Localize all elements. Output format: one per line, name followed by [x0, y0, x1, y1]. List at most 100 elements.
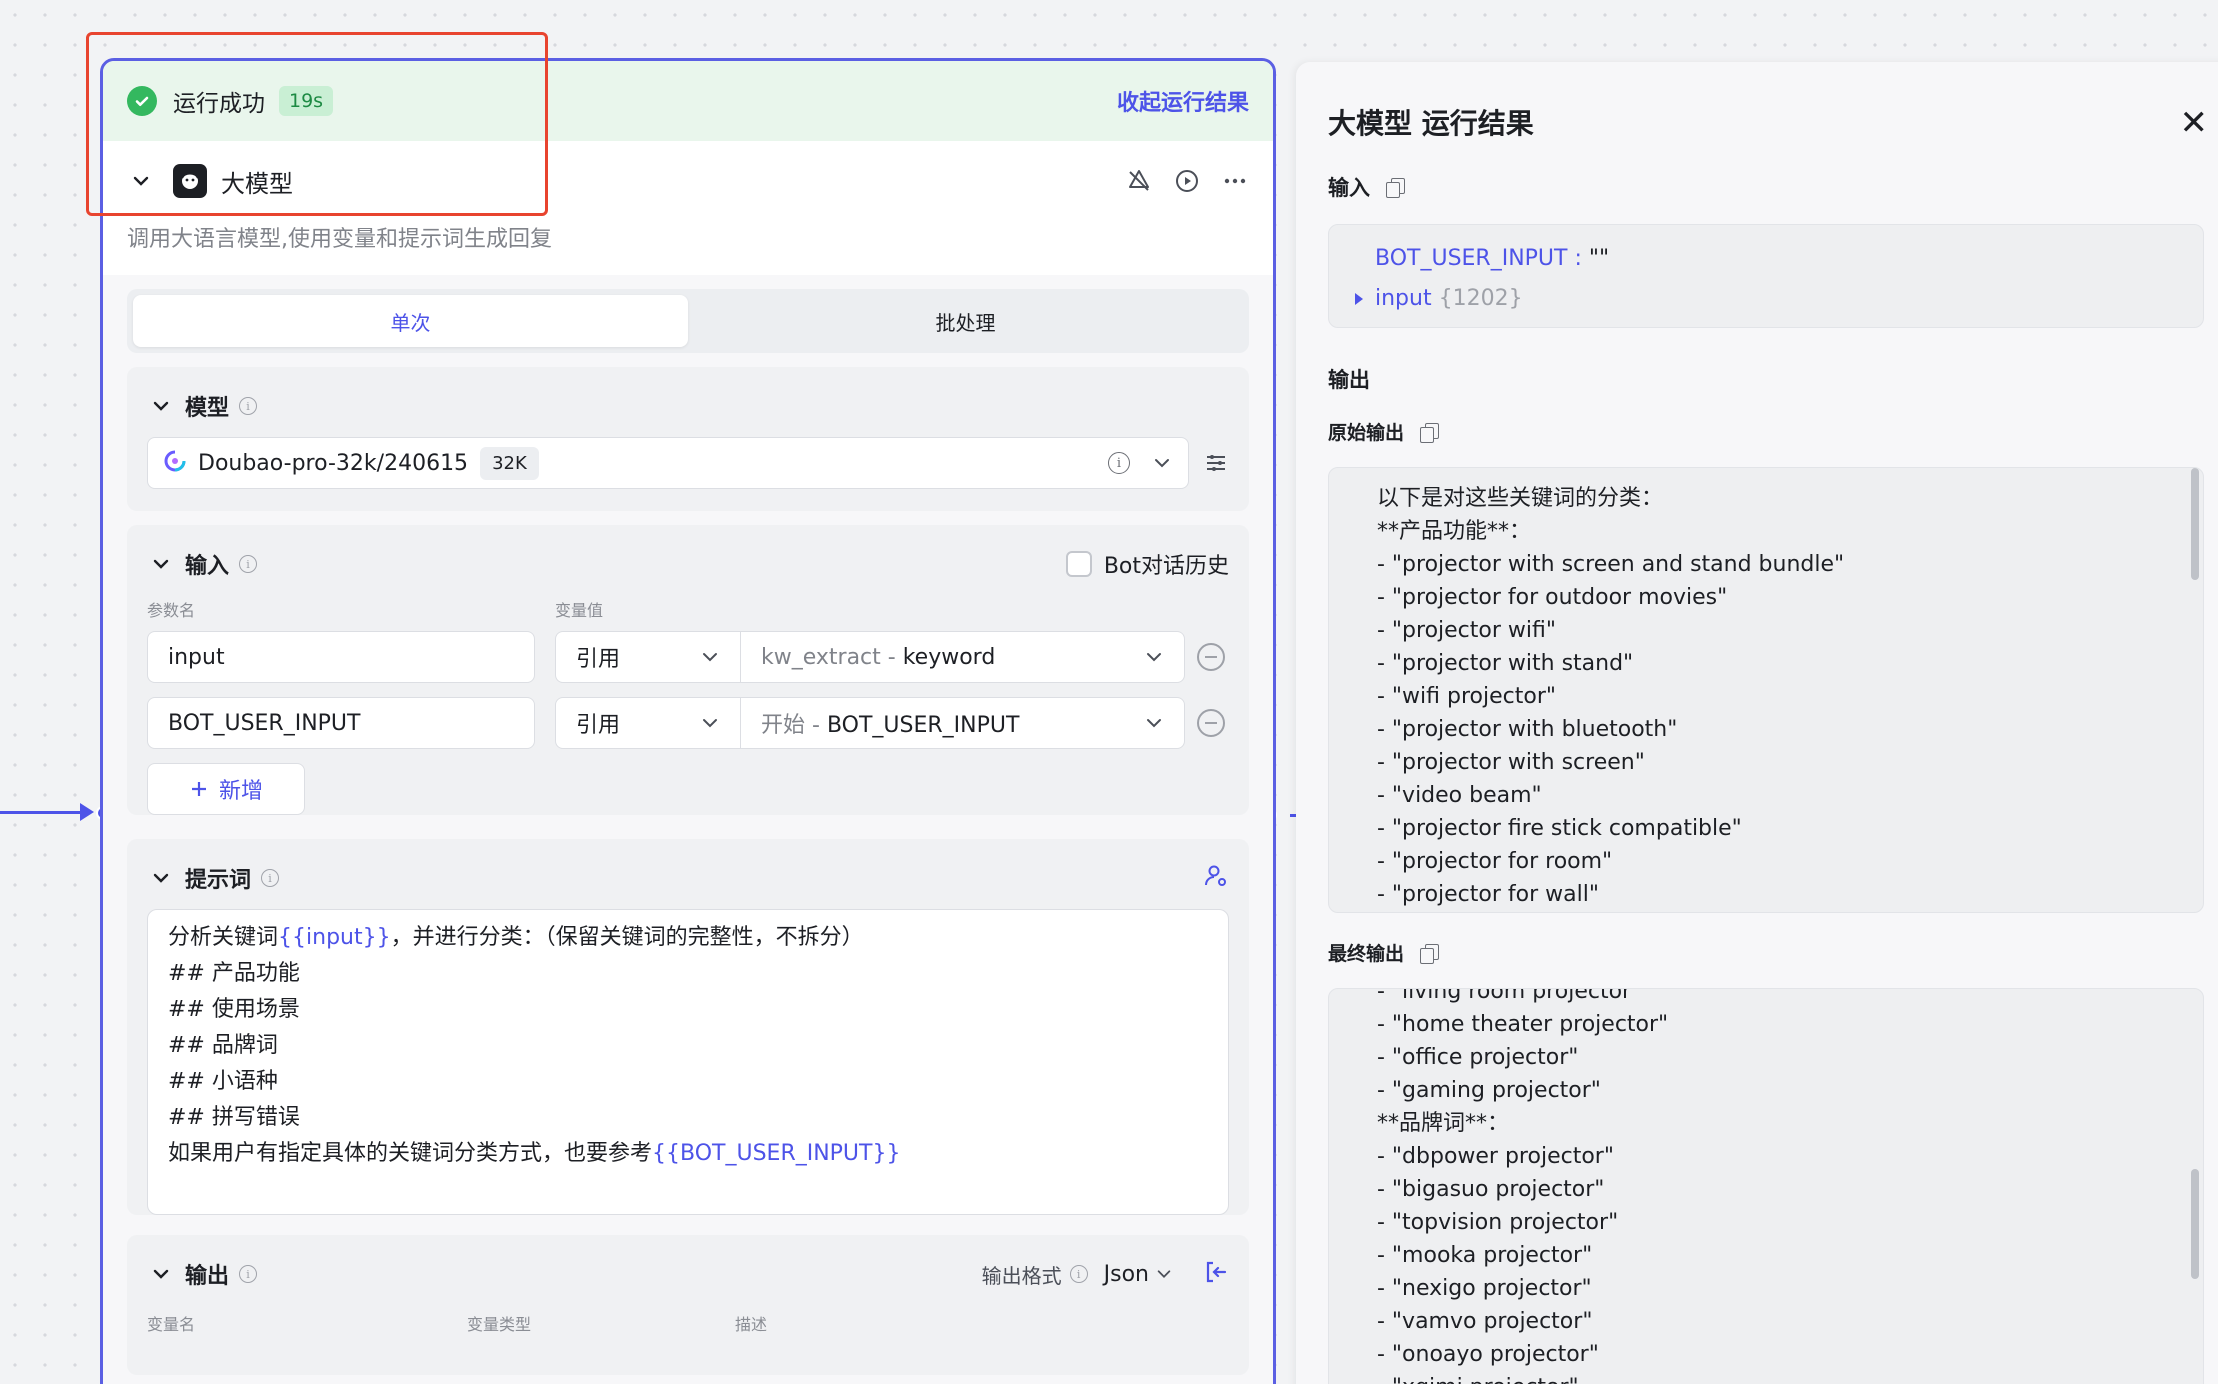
llm-node-card[interactable]: 运行成功 19s 收起运行结果 大模型 调用大语言模型,使用变量和提示词生成回复… — [100, 58, 1276, 1384]
chevron-down-icon[interactable] — [147, 550, 175, 578]
output-line: - "projector with screen" — [1377, 750, 1645, 775]
raw-output-box[interactable]: 以下是对这些关键词的分类： **产品功能**： - "projector wit… — [1328, 467, 2204, 913]
chevron-down-icon[interactable] — [147, 1260, 175, 1288]
model-section: 模型 i Doubao-pro-32k/240615 32K i — [127, 367, 1249, 511]
chevron-down-icon[interactable] — [147, 392, 175, 420]
edge-arrow — [80, 803, 94, 821]
output-line: 以下是对这些关键词的分类： — [1377, 486, 1664, 511]
prompt-line: ## 品牌词 — [168, 1033, 278, 1058]
json-value: {1202} — [1438, 286, 1523, 311]
copy-icon[interactable] — [1420, 943, 1440, 964]
output-line: - "projector fire stick compatible" — [1377, 816, 1742, 841]
ref-type-select[interactable]: 引用 — [555, 631, 741, 683]
model-info-icon[interactable]: i — [1108, 452, 1130, 474]
output-line: - "projector wifi" — [1377, 618, 1556, 643]
tab-batch[interactable]: 批处理 — [688, 295, 1243, 347]
chevron-down-icon — [703, 653, 717, 662]
ref-type-select[interactable]: 引用 — [555, 697, 741, 749]
model-settings-icon[interactable] — [1189, 450, 1229, 476]
input-json-viewer: BOT_USER_INPUT : "" input {1202} — [1328, 224, 2204, 328]
prompt-library-icon[interactable] — [1203, 863, 1229, 893]
chevron-down-icon — [1157, 1270, 1171, 1278]
copy-icon[interactable] — [1420, 422, 1440, 443]
run-node-icon[interactable] — [1173, 167, 1201, 195]
chevron-down-icon[interactable] — [1152, 453, 1172, 473]
output-line: - "projector with stand" — [1377, 651, 1634, 676]
scrollbar[interactable] — [2191, 468, 2199, 580]
output-line: - "bigasuo projector" — [1377, 1177, 1605, 1202]
info-icon: i — [1069, 1265, 1088, 1283]
section-title: 模型 — [185, 396, 230, 421]
prompt-text: ，并进行分类：（保留关键词的完整性，不拆分） — [390, 925, 864, 950]
add-param-button[interactable]: 新增 — [147, 763, 305, 815]
bot-history-toggle[interactable]: Bot对话历史 — [1065, 548, 1229, 580]
prompt-section: 提示词 i 分析关键词{{input}}，并进行分类：（保留关键词的完整性，不拆… — [127, 839, 1249, 1215]
bot-history-checkbox[interactable] — [1065, 551, 1092, 577]
caret-right-icon[interactable] — [1355, 293, 1363, 305]
bot-history-label: Bot对话历史 — [1103, 554, 1229, 579]
remove-param-icon[interactable] — [1197, 709, 1225, 737]
ref-type-value: 引用 — [576, 713, 621, 738]
ref-source: 开始 — [761, 713, 806, 738]
output-line: - "topvision projector" — [1377, 1210, 1619, 1235]
col-var-name: 变量名 — [147, 1315, 196, 1334]
info-icon: i — [239, 397, 258, 415]
incoming-edge — [0, 811, 88, 814]
doubao-logo-icon — [164, 450, 186, 476]
ref-sep: - — [805, 713, 827, 738]
final-output-label: 最终输出 — [1328, 943, 1405, 965]
chevron-down-icon — [1147, 719, 1161, 728]
prompt-editor[interactable]: 分析关键词{{input}}，并进行分类：（保留关键词的完整性，不拆分） ## … — [147, 909, 1229, 1215]
output-format-select[interactable]: Json — [1104, 1262, 1173, 1287]
scrollbar[interactable] — [2191, 1169, 2199, 1279]
output-format-value: Json — [1103, 1261, 1149, 1287]
prompt-line: ## 拼写错误 — [168, 1105, 300, 1130]
final-output-box[interactable]: - "living room projector" - "home theate… — [1328, 988, 2204, 1384]
output-line: - "nexigo projector" — [1377, 1276, 1592, 1301]
info-icon: i — [261, 869, 280, 887]
json-value: "" — [1588, 246, 1610, 271]
copy-icon[interactable] — [1386, 178, 1405, 198]
output-line: **产品功能**： — [1377, 519, 1532, 544]
plus-icon — [191, 782, 206, 796]
prompt-line: ## 产品功能 — [168, 961, 300, 986]
model-select[interactable]: Doubao-pro-32k/240615 32K i — [147, 437, 1189, 489]
output-line: - "wifi projector" — [1377, 684, 1556, 709]
info-icon: i — [239, 1265, 258, 1283]
ref-value-select[interactable]: 开始 - BOT_USER_INPUT — [741, 697, 1185, 749]
close-icon[interactable]: ✕ — [2180, 106, 2209, 140]
prompt-line: ## 小语种 — [168, 1069, 278, 1094]
prompt-variable: {{input}} — [278, 925, 391, 950]
output-line: - "projector with screen and stand bundl… — [1377, 552, 1845, 577]
add-param-label: 新增 — [218, 779, 263, 804]
section-title: 输出 — [185, 1264, 230, 1289]
ref-value-select[interactable]: kw_extract - keyword — [741, 631, 1185, 683]
chevron-down-icon[interactable] — [147, 864, 175, 892]
param-name-input[interactable]: BOT_USER_INPUT — [147, 697, 535, 749]
col-description: 描述 — [735, 1315, 768, 1334]
json-expand-row[interactable]: input {1202} — [1355, 279, 2157, 319]
collapse-result-link[interactable]: 收起运行结果 — [1117, 85, 1249, 117]
ref-variable: keyword — [902, 644, 996, 670]
more-icon[interactable] — [1221, 167, 1249, 195]
panel-output-label: 输出 — [1328, 368, 1370, 392]
tab-single[interactable]: 单次 — [133, 295, 688, 347]
param-name-input[interactable]: input — [147, 631, 535, 683]
output-line: - "mooka projector" — [1377, 1243, 1593, 1268]
chevron-down-icon — [703, 719, 717, 728]
col-var-value: 变量值 — [555, 601, 604, 620]
output-line: - "living room projector" — [1377, 988, 1642, 1004]
section-title: 提示词 — [185, 868, 252, 893]
highlight-box — [86, 32, 548, 216]
remove-param-icon[interactable] — [1197, 643, 1225, 671]
ref-sep: - — [880, 644, 903, 670]
output-line: - "video beam" — [1377, 783, 1542, 808]
disable-alert-icon[interactable] — [1125, 167, 1153, 195]
prompt-text: 如果用户有指定具体的关键词分类方式，也要参考 — [168, 1141, 653, 1166]
json-key: BOT_USER_INPUT — [1375, 246, 1568, 271]
raw-output-label: 原始输出 — [1328, 422, 1405, 444]
ref-source: kw_extract — [761, 644, 881, 670]
input-section: 输入 i Bot对话历史 参数名 变量值 input 引用 kw_extract… — [127, 525, 1249, 815]
export-icon[interactable] — [1203, 1259, 1229, 1290]
json-key: input — [1375, 286, 1432, 311]
